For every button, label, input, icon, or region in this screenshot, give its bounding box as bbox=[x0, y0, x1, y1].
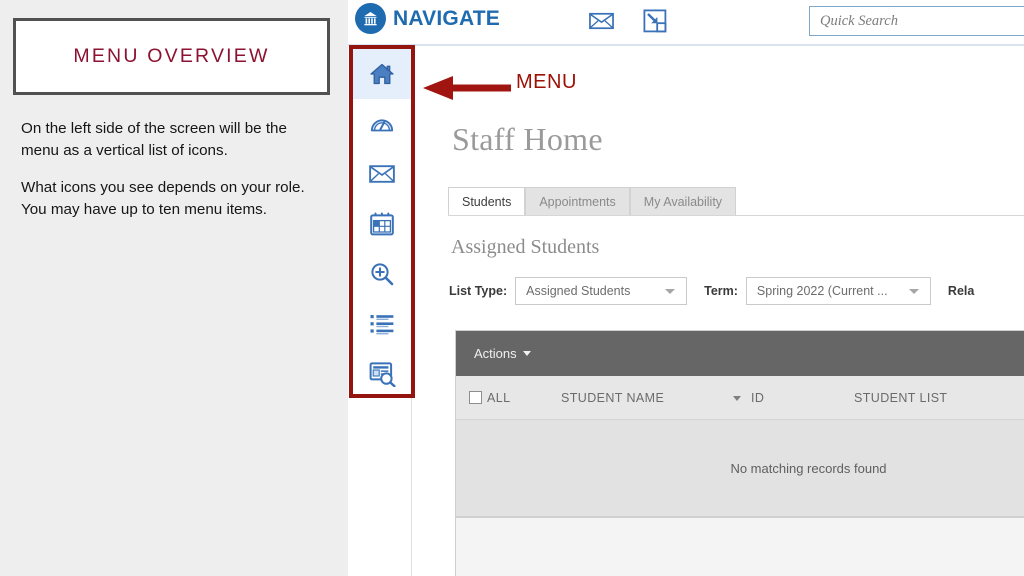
chevron-down-icon bbox=[908, 289, 919, 294]
table-footer bbox=[456, 518, 1024, 576]
chevron-down-icon bbox=[522, 351, 531, 356]
tab-my-availability[interactable]: My Availability bbox=[629, 187, 737, 216]
calendar-icon bbox=[370, 212, 394, 236]
column-id[interactable]: ID bbox=[751, 391, 764, 405]
list-type-value: Assigned Students bbox=[526, 284, 631, 298]
sidebar-menu bbox=[353, 46, 412, 576]
table-header-row: ALL STUDENT NAME ID STUDENT LIST bbox=[456, 376, 1024, 420]
term-select[interactable]: Spring 2022 (Current ... bbox=[745, 277, 931, 305]
relationship-label: Rela bbox=[947, 284, 975, 298]
list-type-select[interactable]: Assigned Students bbox=[515, 277, 688, 305]
search-input[interactable] bbox=[809, 6, 1024, 36]
column-student-name[interactable]: STUDENT NAME bbox=[561, 391, 664, 405]
tab-students[interactable]: Students bbox=[448, 187, 526, 216]
sidebar-item-search[interactable] bbox=[353, 249, 411, 299]
chevron-down-icon bbox=[665, 289, 676, 294]
sidebar-item-messages[interactable] bbox=[353, 149, 411, 199]
mail-icon[interactable] bbox=[587, 8, 615, 34]
tab-underline bbox=[448, 215, 1024, 216]
app-screenshot: NAVIGATE Quick Search MENU Staff Home St… bbox=[348, 0, 1024, 576]
select-all-header[interactable]: ALL bbox=[469, 391, 510, 405]
slide-root: MENU OVERVIEW On the left side of the sc… bbox=[0, 0, 1024, 576]
explanation-panel: MENU OVERVIEW On the left side of the sc… bbox=[0, 0, 348, 576]
callout-box: MENU OVERVIEW bbox=[13, 18, 330, 95]
page-title: Staff Home bbox=[452, 121, 603, 157]
list-icon bbox=[370, 315, 394, 335]
list-type-label: List Type: bbox=[449, 284, 508, 298]
tab-bar: Students Appointments My Availability bbox=[448, 186, 737, 216]
section-title: Assigned Students bbox=[451, 236, 600, 258]
select-all-checkbox[interactable] bbox=[469, 391, 482, 404]
app-header: NAVIGATE bbox=[348, 0, 1024, 46]
actions-toolbar[interactable]: Actions bbox=[456, 331, 1024, 376]
brand-name: NAVIGATE bbox=[393, 6, 500, 30]
dock-window-icon[interactable] bbox=[641, 8, 669, 34]
sidebar-item-lists[interactable] bbox=[353, 299, 411, 349]
students-table: Actions ALL STUDENT NAME ID STUDENT LIST… bbox=[455, 330, 1024, 576]
search-plus-icon bbox=[371, 263, 394, 286]
brand[interactable]: NAVIGATE bbox=[355, 3, 500, 34]
annotation-arrow-icon bbox=[423, 74, 513, 102]
speedometer-icon bbox=[370, 119, 394, 132]
sidebar-item-reports[interactable] bbox=[353, 349, 411, 399]
explanation-paragraph-2: What icons you see depends on your role.… bbox=[21, 179, 305, 218]
table-empty-state: No matching records found bbox=[456, 420, 1024, 518]
column-student-list[interactable]: STUDENT LIST bbox=[854, 391, 947, 405]
term-label: Term: bbox=[704, 284, 738, 298]
sidebar-item-calendar[interactable] bbox=[353, 199, 411, 249]
select-all-label: ALL bbox=[487, 390, 511, 405]
actions-label: Actions bbox=[474, 346, 517, 361]
term-value: Spring 2022 (Current ... bbox=[756, 284, 888, 298]
tab-appointments[interactable]: Appointments bbox=[525, 187, 630, 216]
report-search-icon bbox=[369, 362, 396, 387]
annotation-menu-label: MENU bbox=[516, 71, 577, 93]
sidebar-item-dashboard[interactable] bbox=[353, 99, 411, 149]
empty-message: No matching records found bbox=[730, 460, 887, 476]
filter-row: List Type: Assigned Students Term: Sprin… bbox=[449, 276, 982, 306]
sidebar-item-home[interactable] bbox=[353, 49, 411, 99]
bank-building-icon bbox=[355, 3, 386, 34]
explanation-paragraph-1: On the left side of the screen will be t… bbox=[21, 120, 287, 159]
callout-title: MENU OVERVIEW bbox=[73, 45, 270, 67]
home-icon bbox=[370, 63, 394, 85]
envelope-icon bbox=[369, 165, 395, 183]
sort-descending-icon[interactable] bbox=[733, 396, 741, 401]
